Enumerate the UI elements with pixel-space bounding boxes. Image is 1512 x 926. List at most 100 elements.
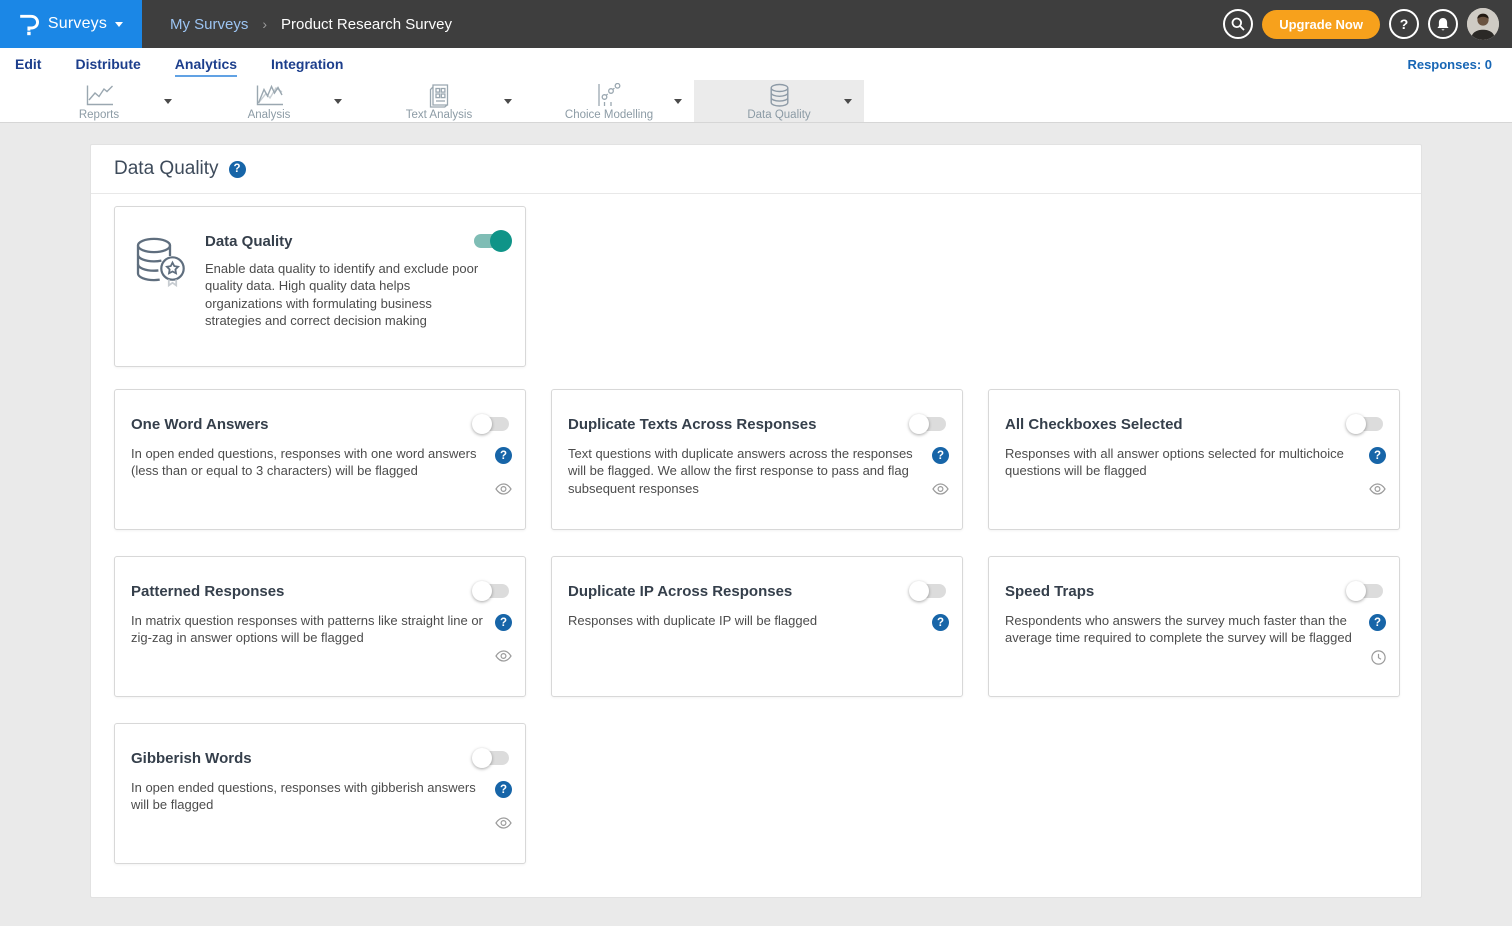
breadcrumb-my-surveys[interactable]: My Surveys [170, 16, 248, 33]
toggle-knob [1346, 414, 1366, 434]
nav-link-integration[interactable]: Integration [271, 52, 343, 77]
breadcrumb: My Surveys › Product Research Survey [170, 16, 452, 33]
breadcrumb-current-survey: Product Research Survey [281, 16, 452, 33]
line-chart-icon [84, 84, 114, 108]
toolbar-item-label: Text Analysis [406, 109, 472, 121]
toggle-knob [472, 748, 492, 768]
patterned-responses-toggle[interactable] [474, 584, 509, 598]
card-description: Responses with duplicate IP will be flag… [568, 612, 920, 629]
card-help-icon: ? [932, 447, 949, 464]
eye-icon[interactable] [932, 483, 949, 495]
toggle-knob [472, 581, 492, 601]
user-avatar[interactable] [1467, 8, 1499, 40]
toolbar-item-analysis[interactable]: Analysis [184, 80, 354, 122]
card-title: Patterned Responses [131, 583, 509, 601]
toolbar-item-label: Choice Modelling [565, 109, 653, 121]
card-description: In matrix question responses with patter… [131, 612, 483, 647]
card-description: Responses with all answer options select… [1005, 445, 1357, 480]
nav-link-analytics[interactable]: Analytics [175, 52, 237, 77]
card-title: Speed Traps [1005, 583, 1383, 601]
product-caret-icon [115, 22, 123, 27]
card-duplicate-texts-across-responses: Duplicate Texts Across Responses Text qu… [551, 389, 963, 530]
eye-icon[interactable] [495, 650, 512, 662]
nav-link-distribute[interactable]: Distribute [75, 52, 140, 77]
card-help-icon: ? [932, 614, 949, 631]
duplicate-texts-across-responses-toggle[interactable] [911, 417, 946, 431]
dropdown-caret-icon[interactable] [504, 99, 512, 104]
toolbar-item-choice-modelling[interactable]: Choice Modelling [524, 80, 694, 122]
search-icon [1231, 17, 1245, 31]
card-help-icon: ? [495, 447, 512, 464]
search-button[interactable] [1223, 9, 1253, 39]
toggle-knob [472, 414, 492, 434]
toggle-knob [909, 581, 929, 601]
analytics-toolbar: Reports Analysis Text Analysis Choice Mo… [0, 80, 1512, 123]
panel-body: Data Quality Enable data quality to iden… [91, 194, 1421, 864]
card-duplicate-ip-across-responses: Duplicate IP Across Responses Responses … [551, 556, 963, 697]
dropdown-caret-icon[interactable] [164, 99, 172, 104]
page-title: Data Quality [114, 158, 219, 180]
toggle-knob [1346, 581, 1366, 601]
card-help-icon: ? [1369, 614, 1386, 631]
dropdown-caret-icon[interactable] [674, 99, 682, 104]
page-help-icon[interactable]: ? [229, 161, 246, 178]
breadcrumb-separator-icon: › [262, 16, 267, 32]
card-help-icon: ? [495, 781, 512, 798]
one-word-answers-toggle[interactable] [474, 417, 509, 431]
data-quality-toggle[interactable] [474, 234, 509, 248]
rule-cards-grid: One Word Answers In open ended questions… [114, 389, 1398, 864]
toolbar-item-reports[interactable]: Reports [14, 80, 184, 122]
card-title: Duplicate IP Across Responses [568, 583, 946, 601]
card-description: In open ended questions, responses with … [131, 445, 483, 480]
toolbar-item-text-analysis[interactable]: Text Analysis [354, 80, 524, 122]
duplicate-ip-across-responses-toggle[interactable] [911, 584, 946, 598]
card-help-button[interactable]: ? [495, 781, 512, 798]
gibberish-words-toggle[interactable] [474, 751, 509, 765]
survey-nav: Edit Distribute Analytics Integration Re… [0, 48, 1512, 80]
card-title: Duplicate Texts Across Responses [568, 416, 946, 434]
product-name: Surveys [48, 15, 107, 33]
speed-traps-toggle[interactable] [1348, 584, 1383, 598]
toolbar-item-label: Data Quality [747, 109, 810, 121]
scatter-chart-icon [596, 84, 622, 108]
card-help-button[interactable]: ? [932, 447, 949, 464]
document-grid-icon [427, 84, 451, 108]
card-gibberish-words: Gibberish Words In open ended questions,… [114, 723, 526, 864]
dropdown-caret-icon[interactable] [844, 99, 852, 104]
database-award-icon [132, 236, 188, 293]
card-all-checkboxes-selected: All Checkboxes Selected Responses with a… [988, 389, 1400, 530]
feature-card-description: Enable data quality to identify and excl… [205, 260, 487, 330]
eye-icon[interactable] [495, 483, 512, 495]
card-title: All Checkboxes Selected [1005, 416, 1383, 434]
card-help-button[interactable]: ? [1369, 447, 1386, 464]
nav-link-edit[interactable]: Edit [15, 52, 41, 77]
card-title: One Word Answers [131, 416, 509, 434]
questionpro-logo-icon [19, 12, 40, 37]
eye-icon[interactable] [1369, 483, 1386, 495]
card-help-button[interactable]: ? [495, 614, 512, 631]
help-button[interactable]: ? [1389, 9, 1419, 39]
card-help-button[interactable]: ? [1369, 614, 1386, 631]
data-quality-panel: Data Quality ? Data Quality Enable data … [90, 144, 1422, 898]
area-chart-icon [254, 84, 284, 108]
dropdown-caret-icon[interactable] [334, 99, 342, 104]
card-help-button[interactable]: ? [495, 447, 512, 464]
upgrade-now-button[interactable]: Upgrade Now [1262, 10, 1380, 39]
toggle-knob [909, 414, 929, 434]
clock-icon[interactable] [1371, 650, 1386, 665]
product-switcher[interactable]: Surveys [0, 0, 142, 48]
toolbar-item-label: Analysis [248, 109, 291, 121]
panel-header: Data Quality ? [91, 145, 1421, 194]
feature-card-title: Data Quality [205, 233, 509, 251]
toolbar-item-data-quality[interactable]: Data Quality [694, 80, 864, 122]
notifications-button[interactable] [1428, 9, 1458, 39]
database-icon [768, 84, 791, 108]
card-patterned-responses: Patterned Responses In matrix question r… [114, 556, 526, 697]
card-description: Text questions with duplicate answers ac… [568, 445, 920, 497]
all-checkboxes-selected-toggle[interactable] [1348, 417, 1383, 431]
card-help-icon: ? [495, 614, 512, 631]
eye-icon[interactable] [495, 817, 512, 829]
card-description: Respondents who answers the survey much … [1005, 612, 1357, 647]
card-description: In open ended questions, responses with … [131, 779, 483, 814]
card-help-button[interactable]: ? [932, 614, 949, 631]
